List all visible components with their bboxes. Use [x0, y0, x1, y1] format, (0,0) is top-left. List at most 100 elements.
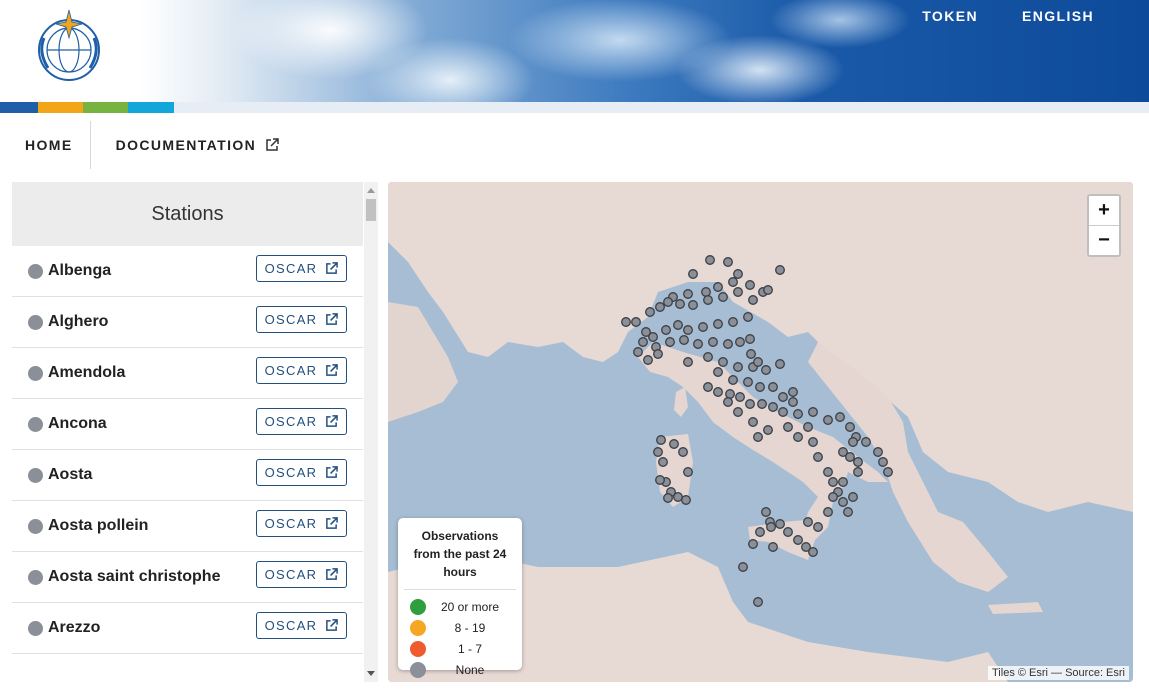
- station-marker[interactable]: [845, 452, 855, 462]
- oscar-button[interactable]: OSCAR: [256, 510, 347, 537]
- station-marker[interactable]: [808, 547, 818, 557]
- station-row[interactable]: Alghero OSCAR: [12, 297, 363, 348]
- station-marker[interactable]: [703, 352, 713, 362]
- station-row[interactable]: Aosta OSCAR: [12, 450, 363, 501]
- station-marker[interactable]: [813, 522, 823, 532]
- station-marker[interactable]: [753, 432, 763, 442]
- station-marker[interactable]: [808, 407, 818, 417]
- station-marker[interactable]: [653, 447, 663, 457]
- station-marker[interactable]: [701, 287, 711, 297]
- station-marker[interactable]: [766, 522, 776, 532]
- station-marker[interactable]: [683, 467, 693, 477]
- station-marker[interactable]: [705, 255, 715, 265]
- station-row[interactable]: Amendola OSCAR: [12, 348, 363, 399]
- station-marker[interactable]: [793, 409, 803, 419]
- zoom-in-button[interactable]: +: [1089, 196, 1119, 225]
- station-marker[interactable]: [673, 320, 683, 330]
- station-marker[interactable]: [848, 492, 858, 502]
- station-marker[interactable]: [768, 542, 778, 552]
- station-marker[interactable]: [728, 317, 738, 327]
- station-marker[interactable]: [775, 265, 785, 275]
- station-marker[interactable]: [688, 300, 698, 310]
- station-marker[interactable]: [743, 312, 753, 322]
- oscar-button[interactable]: OSCAR: [256, 306, 347, 333]
- station-marker[interactable]: [735, 337, 745, 347]
- station-marker[interactable]: [713, 367, 723, 377]
- station-marker[interactable]: [843, 507, 853, 517]
- station-marker[interactable]: [665, 337, 675, 347]
- station-marker[interactable]: [703, 295, 713, 305]
- station-marker[interactable]: [633, 347, 643, 357]
- station-marker[interactable]: [653, 349, 663, 359]
- station-row[interactable]: Arezzo OSCAR: [12, 603, 363, 654]
- station-marker[interactable]: [838, 477, 848, 487]
- station-marker[interactable]: [679, 335, 689, 345]
- station-marker[interactable]: [753, 357, 763, 367]
- oscar-button[interactable]: OSCAR: [256, 612, 347, 639]
- station-marker[interactable]: [678, 447, 688, 457]
- station-marker[interactable]: [738, 562, 748, 572]
- station-marker[interactable]: [748, 295, 758, 305]
- station-marker[interactable]: [733, 362, 743, 372]
- station-marker[interactable]: [673, 492, 683, 502]
- nav-home[interactable]: HOME: [0, 121, 90, 169]
- oscar-button[interactable]: OSCAR: [256, 561, 347, 588]
- station-marker[interactable]: [823, 415, 833, 425]
- station-marker[interactable]: [793, 535, 803, 545]
- station-marker[interactable]: [808, 437, 818, 447]
- station-marker[interactable]: [718, 357, 728, 367]
- station-marker[interactable]: [661, 325, 671, 335]
- station-marker[interactable]: [688, 269, 698, 279]
- station-row[interactable]: Ancona OSCAR: [12, 399, 363, 450]
- oscar-button[interactable]: OSCAR: [256, 357, 347, 384]
- station-marker[interactable]: [748, 539, 758, 549]
- station-marker[interactable]: [663, 493, 673, 503]
- station-marker[interactable]: [683, 357, 693, 367]
- station-marker[interactable]: [713, 319, 723, 329]
- station-marker[interactable]: [621, 317, 631, 327]
- stations-map[interactable]: + − Observations from the past 24 hours …: [388, 182, 1133, 682]
- station-marker[interactable]: [878, 457, 888, 467]
- oscar-button[interactable]: OSCAR: [256, 255, 347, 282]
- station-marker[interactable]: [755, 382, 765, 392]
- station-marker[interactable]: [813, 452, 823, 462]
- station-marker[interactable]: [638, 337, 648, 347]
- station-marker[interactable]: [703, 382, 713, 392]
- station-marker[interactable]: [733, 287, 743, 297]
- station-marker[interactable]: [645, 307, 655, 317]
- oscar-button[interactable]: OSCAR: [256, 408, 347, 435]
- scroll-up-arrow-icon[interactable]: [367, 188, 375, 193]
- station-marker[interactable]: [788, 397, 798, 407]
- station-marker[interactable]: [663, 297, 673, 307]
- station-marker[interactable]: [753, 597, 763, 607]
- oscar-button[interactable]: OSCAR: [256, 459, 347, 486]
- station-marker[interactable]: [643, 355, 653, 365]
- station-marker[interactable]: [768, 402, 778, 412]
- station-marker[interactable]: [725, 389, 735, 399]
- nav-documentation[interactable]: DOCUMENTATION: [91, 121, 297, 169]
- station-marker[interactable]: [723, 339, 733, 349]
- station-marker[interactable]: [735, 392, 745, 402]
- station-marker[interactable]: [783, 422, 793, 432]
- station-marker[interactable]: [728, 277, 738, 287]
- station-marker[interactable]: [723, 397, 733, 407]
- station-marker[interactable]: [761, 507, 771, 517]
- station-marker[interactable]: [835, 412, 845, 422]
- station-marker[interactable]: [803, 422, 813, 432]
- station-marker[interactable]: [853, 457, 863, 467]
- station-marker[interactable]: [713, 387, 723, 397]
- zoom-out-button[interactable]: −: [1089, 225, 1119, 255]
- station-row[interactable]: Aosta pollein OSCAR: [12, 501, 363, 552]
- language-selector[interactable]: ENGLISH: [1022, 8, 1094, 24]
- station-marker[interactable]: [745, 280, 755, 290]
- station-marker[interactable]: [823, 467, 833, 477]
- station-marker[interactable]: [883, 467, 893, 477]
- station-marker[interactable]: [655, 302, 665, 312]
- scroll-thumb[interactable]: [366, 199, 376, 221]
- station-marker[interactable]: [655, 475, 665, 485]
- scroll-down-arrow-icon[interactable]: [367, 671, 375, 676]
- station-marker[interactable]: [803, 517, 813, 527]
- station-marker[interactable]: [641, 327, 651, 337]
- station-marker[interactable]: [745, 334, 755, 344]
- station-marker[interactable]: [757, 399, 767, 409]
